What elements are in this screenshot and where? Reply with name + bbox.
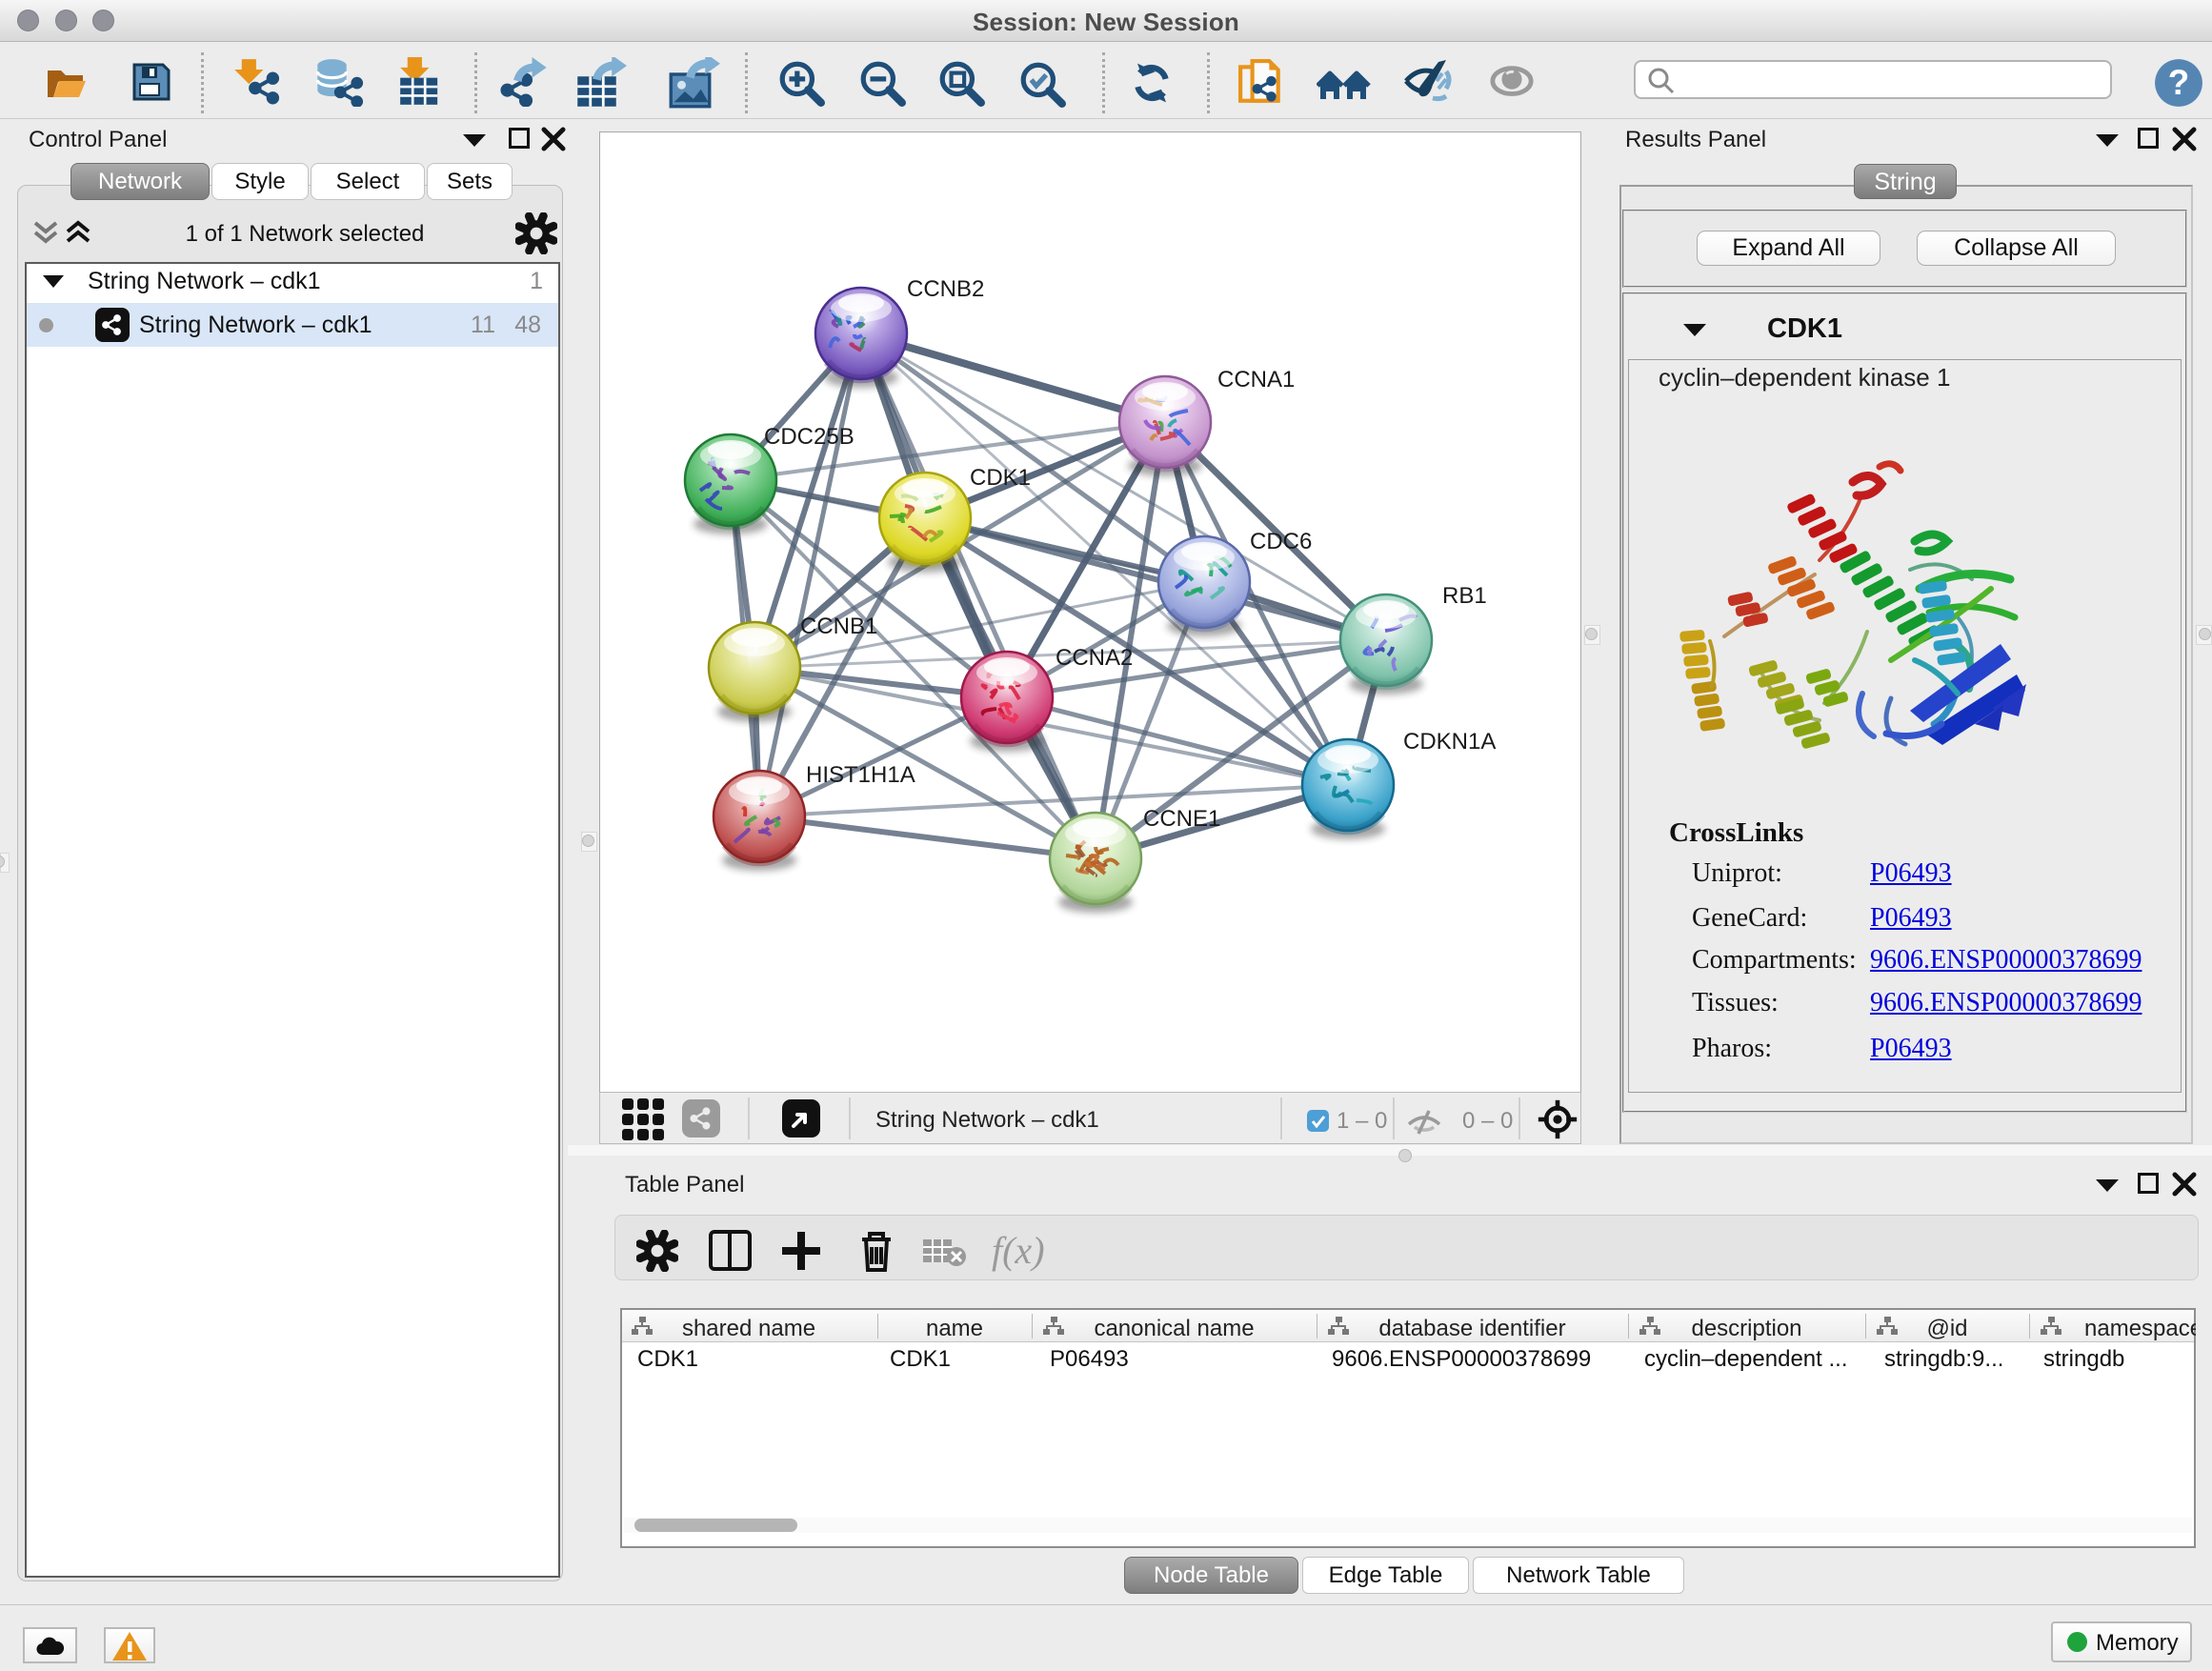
svg-text:CDC6: CDC6 [1250,529,1312,554]
svg-text:CCNB2: CCNB2 [907,276,984,302]
svg-text:HIST1H1A: HIST1H1A [806,762,915,788]
svg-text:CDKN1A: CDKN1A [1403,729,1496,755]
svg-text:CCNB1: CCNB1 [800,614,877,639]
svg-text:CCNA2: CCNA2 [1056,645,1133,671]
svg-text:CDC25B: CDC25B [764,424,855,450]
svg-text:?: ? [2168,63,2190,102]
svg-text:CCNE1: CCNE1 [1143,806,1220,832]
svg-text:CCNA1: CCNA1 [1217,367,1295,393]
svg-text:RB1: RB1 [1442,583,1487,609]
svg-text:CDK1: CDK1 [970,465,1031,491]
